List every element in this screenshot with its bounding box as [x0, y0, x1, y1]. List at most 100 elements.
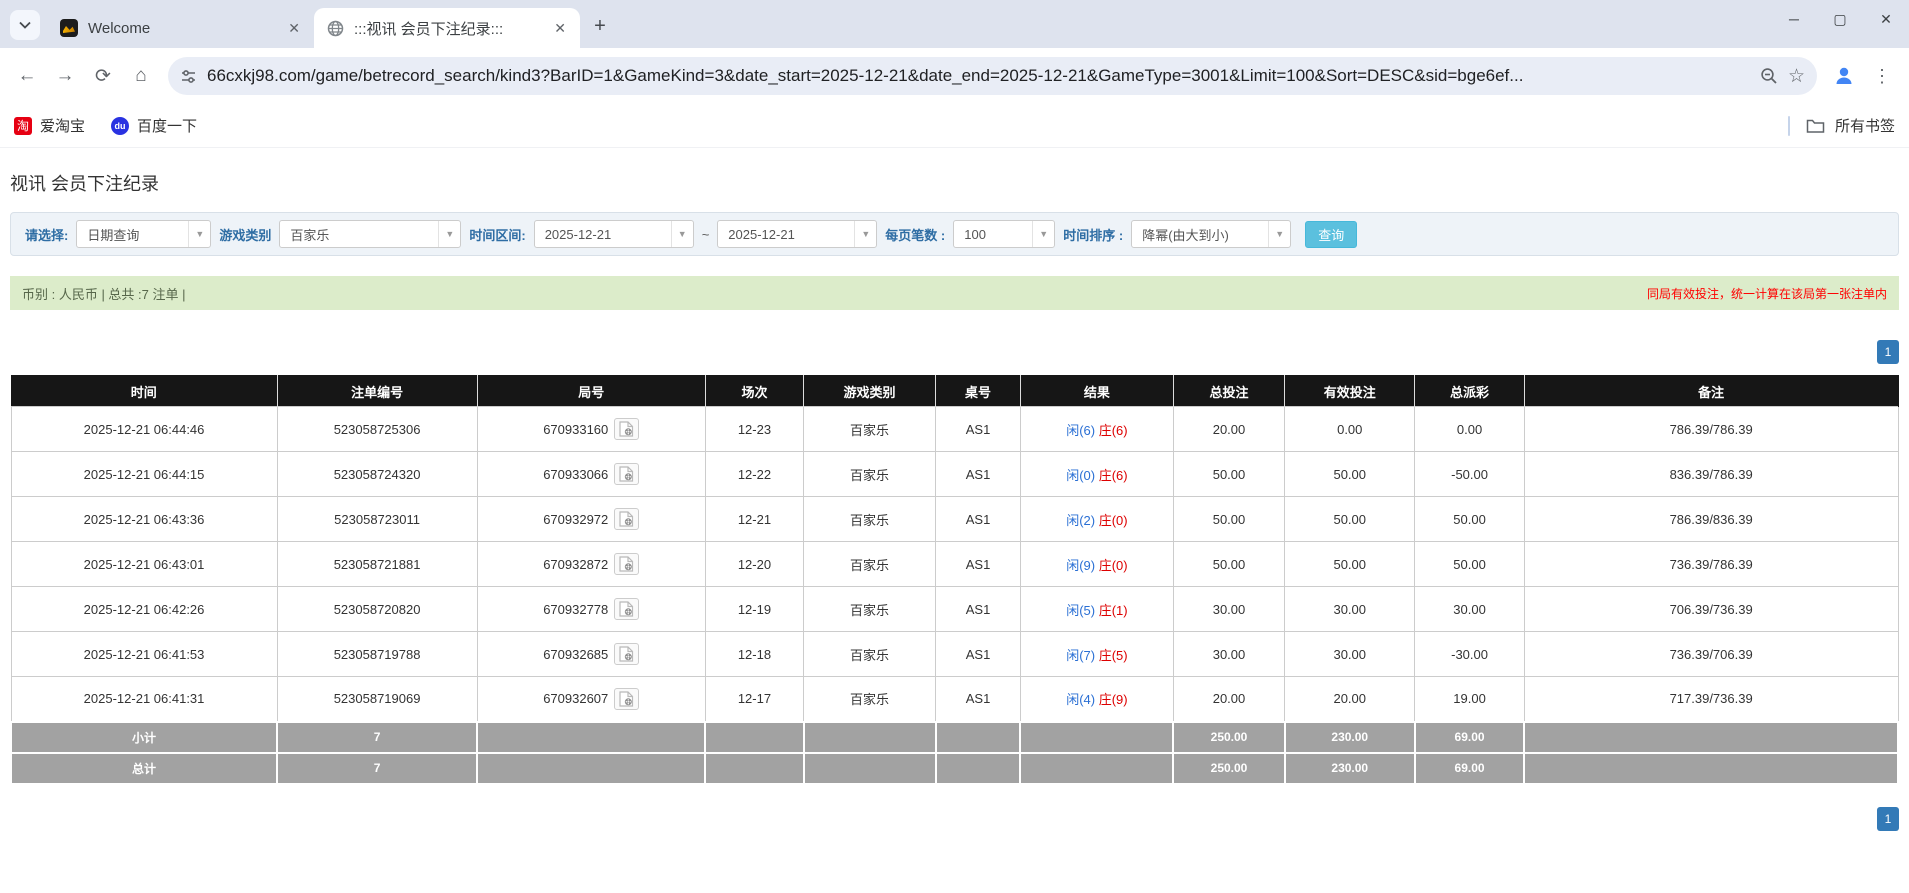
cell-time: 2025-12-21 06:44:46 [11, 407, 277, 452]
cell-total-bet-link[interactable]: 30.00 [1173, 587, 1284, 632]
cell-session: 12-18 [705, 632, 803, 677]
new-tab-button[interactable]: + [586, 12, 614, 40]
cell-note: 736.39/706.39 [1524, 632, 1898, 677]
address-bar[interactable]: 66cxkj98.com/game/betrecord_search/kind3… [168, 57, 1817, 95]
bookmarks-bar: 淘 爱淘宝 du 百度一下 所有书签 [0, 104, 1909, 148]
cell-time: 2025-12-21 06:41:31 [11, 677, 277, 722]
back-button[interactable]: ← [10, 59, 44, 93]
table-row: 2025-12-21 06:44:15523058724320670933066… [11, 452, 1898, 497]
footer-total-bet: 250.00 [1173, 753, 1284, 784]
cell-game-category: 百家乐 [804, 407, 936, 452]
bookmark-label: 百度一下 [137, 115, 197, 136]
tab-close-icon[interactable]: ✕ [550, 18, 570, 39]
video-replay-button[interactable] [614, 598, 639, 620]
url-text[interactable]: 66cxkj98.com/game/betrecord_search/kind3… [207, 66, 1750, 86]
cell-game-category: 百家乐 [804, 452, 936, 497]
forward-button[interactable]: → [48, 59, 82, 93]
chevron-down-icon: ▼ [1268, 221, 1290, 247]
cell-session: 12-22 [705, 452, 803, 497]
search-button[interactable]: 查询 [1305, 221, 1357, 248]
site-settings-icon[interactable] [180, 68, 197, 85]
tab-close-icon[interactable]: ✕ [284, 18, 304, 39]
tab-search-button[interactable] [10, 10, 40, 40]
home-button[interactable]: ⌂ [124, 59, 158, 93]
chevron-down-icon: ▼ [438, 221, 460, 247]
cell-session: 12-19 [705, 587, 803, 632]
globe-icon [326, 19, 344, 37]
footer-count: 7 [277, 722, 477, 753]
column-header-2: 局号 [477, 376, 705, 407]
cell-table-number: AS1 [936, 677, 1021, 722]
query-type-select[interactable]: 日期查询 ▼ [76, 220, 211, 248]
date-end-select[interactable]: 2025-12-21 ▼ [717, 220, 877, 248]
video-replay-button[interactable] [614, 463, 639, 485]
video-replay-button[interactable] [614, 688, 639, 710]
cell-total-bet-link[interactable]: 50.00 [1173, 452, 1284, 497]
cell-note: 736.39/786.39 [1524, 542, 1898, 587]
cell-bet-number: 523058719788 [277, 632, 477, 677]
cell-session: 12-20 [705, 542, 803, 587]
cell-bet-number: 523058721881 [277, 542, 477, 587]
cell-round-number: 670932685 [477, 632, 705, 677]
cell-game-category: 百家乐 [804, 542, 936, 587]
video-replay-button[interactable] [614, 553, 639, 575]
maximize-button[interactable]: ▢ [1817, 0, 1863, 38]
cell-total-bet-link[interactable]: 20.00 [1173, 407, 1284, 452]
cell-total-bet-link[interactable]: 30.00 [1173, 632, 1284, 677]
cell-round-number: 670933066 [477, 452, 705, 497]
all-bookmarks-button[interactable]: 所有书签 [1788, 115, 1895, 136]
page-1-button[interactable]: 1 [1877, 807, 1899, 831]
cell-round-number: 670932778 [477, 587, 705, 632]
summary-left-text: 币别 : 人民币 | 总共 :7 注单 | [22, 284, 186, 303]
date-start-select[interactable]: 2025-12-21 ▼ [534, 220, 694, 248]
cell-bet-number: 523058725306 [277, 407, 477, 452]
footer-count: 7 [277, 753, 477, 784]
video-replay-button[interactable] [614, 508, 639, 530]
date-range-label: 时间区间: [469, 225, 525, 244]
date-end-value: 2025-12-21 [718, 221, 854, 247]
column-header-3: 场次 [705, 376, 803, 407]
chevron-down-icon: ▼ [854, 221, 876, 247]
sort-select[interactable]: 降幂(由大到小) ▼ [1131, 220, 1291, 248]
footer-label: 总计 [11, 753, 277, 784]
bookmark-baidu[interactable]: du 百度一下 [111, 115, 197, 136]
summary-bar: 币别 : 人民币 | 总共 :7 注单 | 同局有效投注，统一计算在该局第一张注… [10, 276, 1899, 310]
video-replay-button[interactable] [614, 418, 639, 440]
cell-valid-bet: 30.00 [1285, 632, 1415, 677]
cell-time: 2025-12-21 06:42:26 [11, 587, 277, 632]
reload-button[interactable]: ⟳ [86, 59, 120, 93]
column-header-0: 时间 [11, 376, 277, 407]
tab-strip: Welcome ✕ :::视讯 会员下注纪录::: ✕ + ─ ▢ ✕ [0, 0, 1909, 48]
bookmark-aitaobao[interactable]: 淘 爱淘宝 [14, 115, 85, 136]
query-type-value: 日期查询 [77, 221, 188, 247]
close-button[interactable]: ✕ [1863, 0, 1909, 38]
game-category-select[interactable]: 百家乐 ▼ [279, 220, 461, 248]
cell-total-bet-link[interactable]: 20.00 [1173, 677, 1284, 722]
cell-valid-bet: 20.00 [1285, 677, 1415, 722]
video-replay-button[interactable] [614, 643, 639, 665]
footer-empty-cell [705, 753, 803, 784]
cell-game-category: 百家乐 [804, 677, 936, 722]
cell-time: 2025-12-21 06:44:15 [11, 452, 277, 497]
bookmark-star-icon[interactable]: ☆ [1788, 65, 1805, 88]
column-header-5: 桌号 [936, 376, 1021, 407]
footer-empty-cell [804, 722, 936, 753]
zoom-icon[interactable] [1760, 67, 1778, 85]
minimize-button[interactable]: ─ [1771, 0, 1817, 38]
cell-total-bet-link[interactable]: 50.00 [1173, 497, 1284, 542]
result-player: 闲(6) [1066, 423, 1095, 438]
page-1-button[interactable]: 1 [1877, 340, 1899, 364]
table-row: 2025-12-21 06:43:01523058721881670932872… [11, 542, 1898, 587]
cell-total-bet-link[interactable]: 50.00 [1173, 542, 1284, 587]
column-header-4: 游戏类别 [804, 376, 936, 407]
per-page-select[interactable]: 100 ▼ [953, 220, 1055, 248]
browser-menu-icon[interactable]: ⋮ [1865, 59, 1899, 93]
footer-label: 小计 [11, 722, 277, 753]
tab-betrecord[interactable]: :::视讯 会员下注纪录::: ✕ [314, 8, 580, 48]
tab-welcome[interactable]: Welcome ✕ [48, 8, 314, 48]
profile-avatar[interactable] [1827, 59, 1861, 93]
footer-empty-cell [1524, 753, 1898, 784]
page-title: 视讯 会员下注纪录 [10, 170, 1899, 196]
select-label: 请选择: [25, 225, 68, 244]
result-banker: 庄(5) [1099, 648, 1128, 663]
